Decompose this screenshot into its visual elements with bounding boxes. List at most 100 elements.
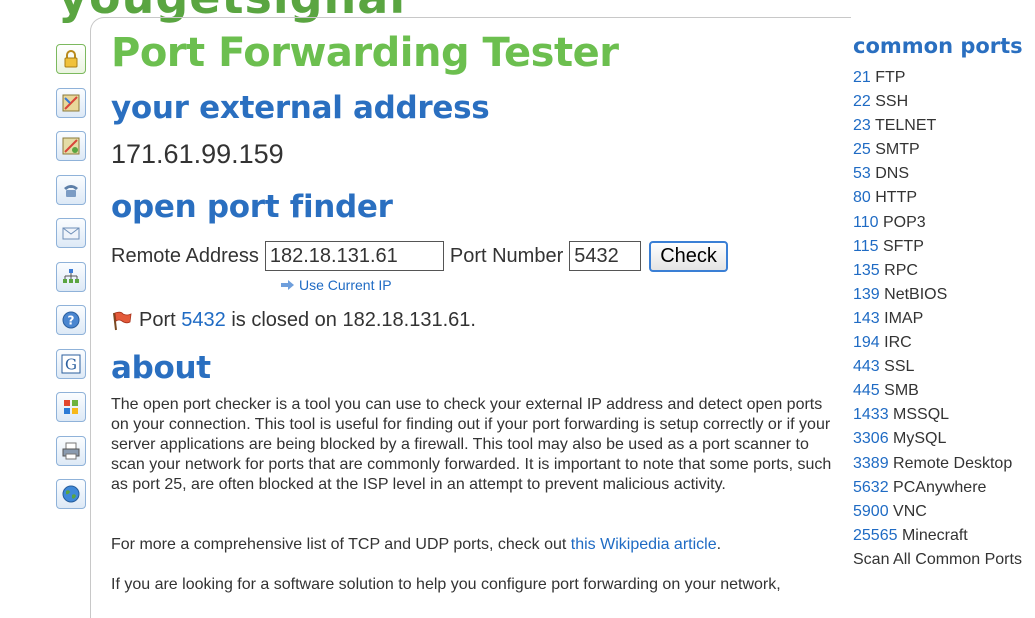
- result-prefix: Port: [139, 309, 176, 331]
- port-service-name: MySQL: [893, 430, 947, 448]
- common-port-item[interactable]: 5632 PCAnywhere: [853, 476, 1035, 500]
- port-number-link[interactable]: 3389: [853, 455, 889, 472]
- port-number-link[interactable]: 443: [853, 358, 880, 375]
- nav-network-button[interactable]: [56, 261, 86, 292]
- about-heading: about: [111, 350, 211, 386]
- port-check-result: Port 5432 is closed on 182.18.131.61.: [111, 309, 476, 332]
- port-number-link[interactable]: 445: [853, 382, 880, 399]
- port-service-name: IMAP: [884, 309, 924, 327]
- check-button[interactable]: Check: [649, 240, 728, 272]
- port-service-name: SMTP: [875, 141, 920, 159]
- port-number-link[interactable]: 143: [853, 310, 880, 327]
- common-port-item[interactable]: 143 IMAP: [853, 307, 1035, 331]
- port-check-form: Remote Address Port Number Check: [111, 240, 728, 272]
- lock-icon: [64, 50, 78, 68]
- arrow-icon: [281, 280, 294, 290]
- nav-lock-button[interactable]: [56, 44, 86, 74]
- printer-icon: [62, 442, 80, 459]
- port-number-link[interactable]: 135: [853, 262, 880, 279]
- scan-all-ports-link[interactable]: Scan All Common Ports: [853, 548, 1035, 572]
- common-port-item[interactable]: 22 SSH: [853, 90, 1035, 114]
- port-number-link[interactable]: 22: [853, 93, 871, 110]
- use-current-ip-link[interactable]: Use Current IP: [281, 277, 392, 293]
- port-number-link[interactable]: 3306: [853, 430, 889, 447]
- port-number-label: Port Number: [449, 244, 564, 267]
- phone-icon: [64, 184, 78, 197]
- common-port-item[interactable]: 53 DNS: [853, 162, 1035, 186]
- port-number-link[interactable]: 25: [853, 141, 871, 158]
- common-port-item[interactable]: 443 SSL: [853, 355, 1035, 379]
- port-service-name: SFTP: [882, 237, 924, 255]
- port-number-link[interactable]: 110: [853, 214, 879, 231]
- wikipedia-article-link[interactable]: this Wikipedia article: [571, 536, 717, 553]
- common-port-item[interactable]: 3306 MySQL: [853, 427, 1035, 451]
- common-ports-heading: common ports: [853, 34, 1023, 58]
- port-number-link[interactable]: 21: [853, 69, 871, 86]
- port-service-name: SSH: [875, 93, 909, 111]
- port-service-name: HTTP: [875, 189, 918, 207]
- about-paragraph: The open port checker is a tool you can …: [111, 396, 832, 493]
- port-number-link[interactable]: 115: [853, 238, 879, 255]
- page-title: Port Forwarding Tester: [111, 30, 619, 76]
- common-port-item[interactable]: 23 TELNET: [853, 114, 1035, 138]
- globe-icon: [62, 485, 80, 503]
- port-number-link[interactable]: 1433: [853, 406, 889, 423]
- common-port-item[interactable]: 194 IRC: [853, 331, 1035, 355]
- common-port-item[interactable]: 21 FTP: [853, 66, 1035, 90]
- common-port-item[interactable]: 110 POP3: [853, 211, 1035, 235]
- common-port-item[interactable]: 139 NetBIOS: [853, 283, 1035, 307]
- port-number-link[interactable]: 194: [853, 334, 880, 351]
- port-number-link[interactable]: 5632: [853, 479, 889, 496]
- common-port-item[interactable]: 25565 Minecraft: [853, 524, 1035, 548]
- common-port-item[interactable]: 5900 VNC: [853, 500, 1035, 524]
- mail-icon: [62, 227, 80, 240]
- nav-map-button[interactable]: [56, 87, 86, 118]
- common-port-item[interactable]: 115 SFTP: [853, 235, 1035, 259]
- nav-windows-button[interactable]: [56, 392, 86, 422]
- port-number-link[interactable]: 25565: [853, 527, 898, 544]
- port-number-link[interactable]: 53: [853, 165, 871, 182]
- remote-address-label: Remote Address: [111, 244, 259, 267]
- nav-globe-button[interactable]: [56, 479, 86, 509]
- network-icon: [63, 268, 79, 283]
- result-suffix: is closed on 182.18.131.61.: [231, 309, 476, 331]
- port-service-name: Remote Desktop: [893, 454, 1013, 472]
- external-address-heading: your external address: [111, 90, 490, 126]
- port-number-link[interactable]: 5900: [853, 503, 889, 520]
- nav-printer-button[interactable]: [56, 435, 86, 466]
- port-number-link[interactable]: 139: [853, 286, 880, 303]
- common-port-item[interactable]: 445 SMB: [853, 379, 1035, 403]
- port-service-name: TELNET: [874, 117, 937, 135]
- help-icon: ?: [62, 311, 80, 329]
- nav-mail-button[interactable]: [56, 218, 86, 248]
- common-port-item[interactable]: 135 RPC: [853, 259, 1035, 283]
- port-service-name: Minecraft: [901, 526, 968, 544]
- common-ports-list: 21 FTP 22 SSH 23 TELNET 25 SMTP 53 DNS 80 HTT…: [853, 66, 1035, 548]
- port-number-link[interactable]: 80: [853, 189, 871, 206]
- svg-text:?: ?: [68, 314, 75, 328]
- port-service-name: IRC: [884, 334, 912, 352]
- nav-google-button[interactable]: G: [56, 348, 86, 379]
- tcp-udp-text-end: .: [716, 536, 722, 553]
- map-route-icon: [62, 137, 80, 155]
- common-port-item[interactable]: 25 SMTP: [853, 138, 1035, 162]
- external-ip-value: 171.61.99.159: [111, 139, 284, 169]
- common-port-item[interactable]: 3389 Remote Desktop: [853, 452, 1035, 476]
- tool-icon-bar: ? G: [56, 44, 90, 523]
- common-port-item[interactable]: 80 HTTP: [853, 186, 1035, 210]
- port-number-input[interactable]: [569, 241, 642, 271]
- nav-help-button[interactable]: ?: [56, 305, 86, 335]
- port-service-name: SMB: [884, 382, 919, 400]
- port-service-name: MSSQL: [893, 406, 950, 424]
- nav-phone-button[interactable]: [56, 174, 86, 205]
- remote-address-input[interactable]: [264, 241, 444, 271]
- software-paragraph: If you are looking for a software soluti…: [111, 576, 781, 593]
- port-service-name: FTP: [875, 69, 906, 86]
- red-flag-icon: [113, 311, 132, 330]
- result-port-link[interactable]: 5432: [181, 309, 226, 332]
- port-service-name: RPC: [884, 261, 918, 279]
- windows-icon: [64, 400, 78, 414]
- common-port-item[interactable]: 1433 MSSQL: [853, 403, 1035, 427]
- nav-map-route-button[interactable]: [56, 131, 86, 161]
- port-number-link[interactable]: 23: [853, 117, 871, 134]
